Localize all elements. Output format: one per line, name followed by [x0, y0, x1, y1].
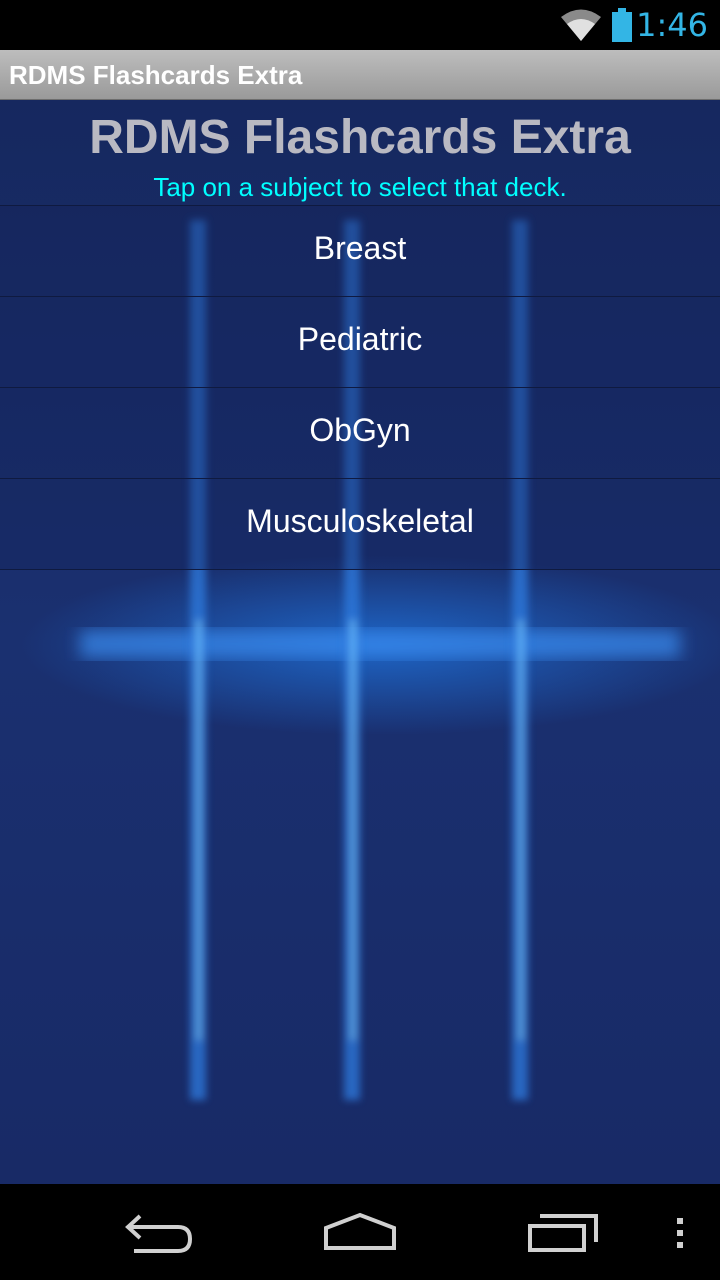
navigation-bar: [0, 1184, 720, 1280]
wifi-icon: [561, 9, 601, 41]
recent-apps-icon[interactable]: [520, 1202, 604, 1262]
battery-icon: [612, 8, 632, 42]
status-time: 1:46: [636, 6, 708, 44]
back-icon[interactable]: [120, 1202, 200, 1262]
deck-item-breast[interactable]: Breast: [0, 206, 720, 297]
deck-list: Breast Pediatric ObGyn Musculoskeletal: [0, 205, 720, 570]
deck-item-obgyn[interactable]: ObGyn: [0, 388, 720, 479]
instruction-text: Tap on a subject to select that deck.: [153, 172, 567, 202]
deck-label: Pediatric: [297, 320, 423, 357]
deck-label: Breast: [313, 229, 407, 266]
status-bar: 1:46: [0, 0, 720, 50]
deck-item-pediatric[interactable]: Pediatric: [0, 297, 720, 388]
deck-label: ObGyn: [309, 411, 411, 448]
main-content: RDMS Flashcards Extra Tap on a subject t…: [0, 100, 720, 1184]
title-bar: RDMS Flashcards Extra: [0, 50, 720, 100]
home-icon[interactable]: [318, 1202, 402, 1262]
window-title: RDMS Flashcards Extra: [9, 60, 303, 90]
deck-label: Musculoskeletal: [246, 502, 474, 539]
app-heading: RDMS Flashcards Extra: [89, 111, 631, 164]
deck-item-musculoskeletal[interactable]: Musculoskeletal: [0, 479, 720, 570]
overflow-menu-icon[interactable]: [665, 1202, 695, 1262]
